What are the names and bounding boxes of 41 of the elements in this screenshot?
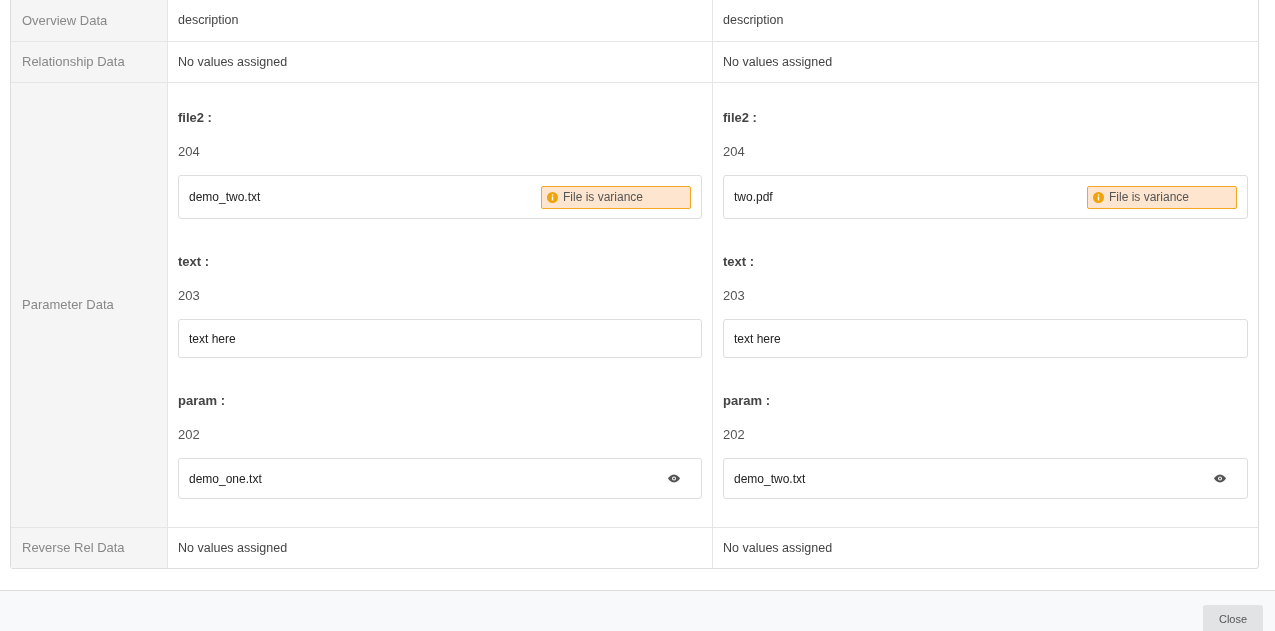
file-field[interactable]: demo_two.txt: [723, 458, 1248, 499]
param-value: 202: [723, 426, 746, 444]
row-label-cell: Reverse Rel Data: [11, 527, 167, 568]
param-value: 203: [178, 287, 201, 305]
file-field[interactable]: demo_one.txt: [178, 458, 702, 499]
table-cell: No values assigned: [712, 41, 1258, 82]
param-name: param :: [178, 392, 226, 410]
file-field[interactable]: text here: [178, 319, 702, 358]
param-name: text :: [178, 253, 211, 271]
table-cell: No values assigned: [167, 41, 712, 82]
row-label-cell: Overview Data: [11, 0, 167, 41]
eye-icon[interactable]: [668, 474, 680, 483]
eye-icon[interactable]: [1214, 474, 1226, 483]
param-value: 204: [723, 143, 746, 161]
param-name: file2 :: [178, 109, 213, 127]
param-value: 203: [723, 287, 746, 305]
table-cell: No values assigned: [712, 527, 1258, 568]
param-value: 204: [178, 143, 201, 161]
file-field[interactable]: two.pdf File is variance: [723, 175, 1248, 219]
row-label-cell: Parameter Data: [11, 82, 167, 527]
field-value: demo_one.txt: [189, 470, 262, 488]
field-value: demo_two.txt: [189, 189, 261, 206]
close-button[interactable]: Close: [1203, 605, 1263, 631]
row-label-cell: Relationship Data: [11, 41, 167, 82]
info-icon: [547, 191, 558, 203]
field-value: demo_two.txt: [734, 470, 806, 488]
param-value: 202: [178, 426, 201, 444]
table-cell: No values assigned: [167, 527, 712, 568]
field-value: text here: [734, 330, 781, 348]
param-name: text :: [723, 253, 756, 271]
file-field[interactable]: demo_two.txt File is variance: [178, 175, 702, 219]
variance-badge: File is variance: [1087, 185, 1237, 209]
field-value: text here: [189, 330, 236, 348]
param-name: param :: [723, 392, 771, 410]
table-cell: description: [167, 0, 712, 41]
param-name: file2 :: [723, 109, 758, 127]
variance-badge: File is variance: [541, 185, 691, 209]
file-field[interactable]: text here: [723, 319, 1248, 358]
table-cell: description: [712, 0, 1258, 41]
info-icon: [1093, 191, 1104, 203]
field-value: two.pdf: [734, 189, 773, 206]
